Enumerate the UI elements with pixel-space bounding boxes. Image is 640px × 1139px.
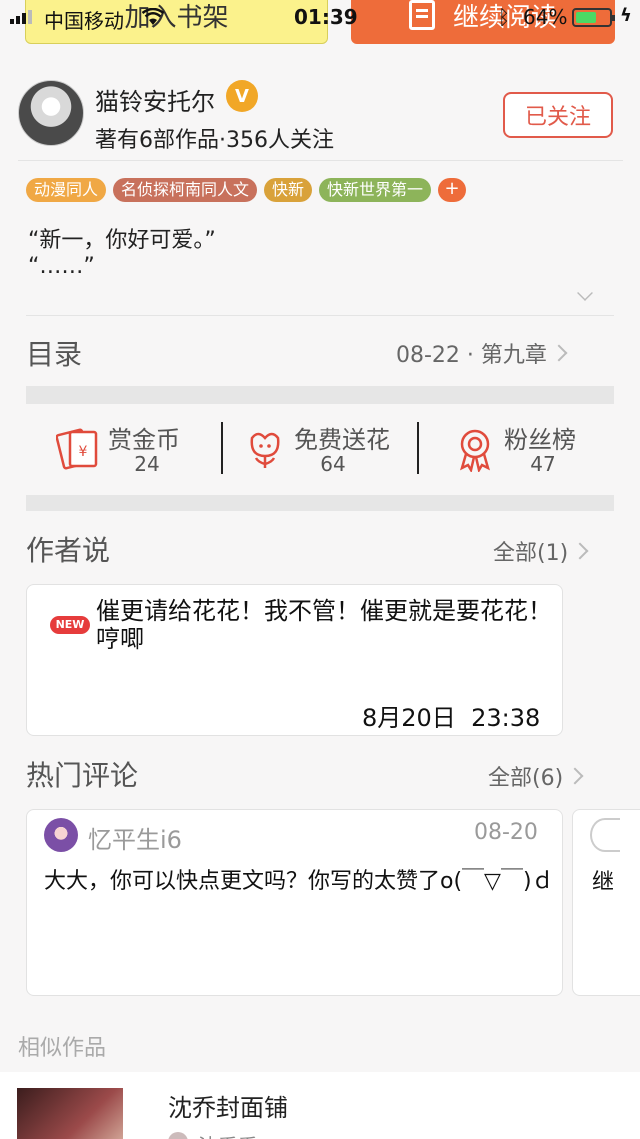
clock: 01:39 — [294, 5, 358, 29]
follow-button[interactable]: 已关注 — [503, 92, 613, 138]
divider — [221, 422, 223, 474]
charging-icon: ϟ — [620, 5, 632, 26]
svg-text:¥: ¥ — [79, 444, 88, 460]
comment-date: 08-20 — [474, 820, 538, 845]
comment-text: 继 — [592, 870, 615, 895]
battery-icon — [572, 8, 615, 27]
divider — [26, 315, 614, 316]
intro-line-1: “新一，你好可爱。” — [28, 228, 216, 253]
free-flower-button[interactable]: 免费送花 64 — [242, 418, 402, 476]
medal-icon — [460, 429, 490, 472]
author-avatar[interactable] — [18, 80, 84, 146]
author-note-text: 催更请给花花！我不管！催更就是要花花！哼唧 — [96, 597, 552, 653]
section-separator — [26, 386, 614, 404]
carrier-name: 中国移动 — [44, 9, 124, 33]
battery-level — [576, 12, 596, 23]
tag[interactable]: 动漫同人 — [26, 178, 107, 202]
divider — [18, 160, 623, 161]
tag[interactable]: 名侦探柯南同人文 — [113, 178, 258, 202]
hot-comments-count: 全部(6) — [488, 766, 564, 791]
tag[interactable]: 快新 — [264, 178, 313, 202]
stat-value: 24 — [134, 452, 160, 476]
red-envelope-icon: ¥ — [56, 428, 98, 470]
author-says-count: 全部(1) — [493, 541, 569, 566]
status-bar: 中国移动 01:39 ᛒ 64% ϟ — [0, 0, 640, 36]
toc-title: 目录 — [26, 338, 83, 371]
add-tag-button[interactable]: + — [438, 178, 467, 202]
commenter-name[interactable]: 忆平生i6 — [88, 820, 182, 855]
intro-line-2: “……” — [28, 254, 95, 279]
author-meta: 著有6部作品·356人关注 — [95, 128, 334, 153]
author-says-all-link[interactable]: 全部(1) — [493, 535, 589, 567]
stat-label: 赏金币 — [108, 426, 180, 454]
author-name[interactable]: 猫铃安托尔 — [95, 82, 215, 117]
bluetooth-icon: ᛒ — [498, 5, 510, 29]
wifi-icon — [141, 7, 165, 31]
flower-icon — [250, 432, 280, 468]
similar-work-cover[interactable] — [17, 1088, 123, 1139]
new-badge: NEW — [50, 616, 90, 634]
tag-list: 动漫同人 名侦探柯南同人文 快新 快新世界第一 + — [26, 178, 467, 202]
section-separator — [26, 495, 614, 511]
hot-comments-title: 热门评论 — [26, 759, 139, 792]
chevron-right-icon — [566, 767, 584, 785]
fan-ranking-button[interactable]: 粉丝榜 47 — [452, 418, 592, 476]
chevron-down-icon[interactable] — [577, 285, 593, 301]
book-intro[interactable]: “新一，你好可爱。” “……” — [28, 228, 216, 280]
toc-latest-chapter: 08-22 · 第九章 — [396, 343, 547, 368]
toc-latest-link[interactable]: 08-22 · 第九章 — [396, 337, 568, 369]
tag[interactable]: 快新世界第一 — [319, 178, 432, 202]
stat-label: 粉丝榜 — [504, 426, 576, 454]
chevron-right-icon — [571, 542, 589, 560]
commenter-avatar[interactable] — [44, 818, 78, 852]
similar-works-title: 相似作品 — [18, 1036, 107, 1061]
stat-value: 64 — [320, 452, 346, 476]
battery-percent: 64% — [523, 5, 568, 29]
reward-coins-button[interactable]: ¥ 赏金币 24 — [56, 418, 196, 476]
signal-icon — [10, 10, 32, 24]
commenter-avatar[interactable] — [590, 818, 620, 852]
author-says-title: 作者说 — [26, 534, 111, 567]
hot-comments-all-link[interactable]: 全部(6) — [488, 760, 584, 792]
divider — [417, 422, 419, 474]
comment-text: 大大，你可以快点更文吗？你写的太赞了o(￣▽￣)ｄ — [44, 869, 554, 894]
similar-work-author: 沈乔乔 — [198, 1130, 258, 1139]
verified-badge-icon: V — [226, 80, 258, 112]
author-header: 猫铃安托尔 V 著有6部作品·356人关注 已关注 — [0, 72, 640, 160]
chevron-right-icon — [550, 344, 568, 362]
stat-value: 47 — [530, 452, 556, 476]
similar-work-title[interactable]: 沈乔封面铺 — [168, 1088, 288, 1123]
stat-label: 免费送花 — [294, 426, 390, 454]
author-note-time: 8月20日 23:38 — [362, 704, 541, 732]
